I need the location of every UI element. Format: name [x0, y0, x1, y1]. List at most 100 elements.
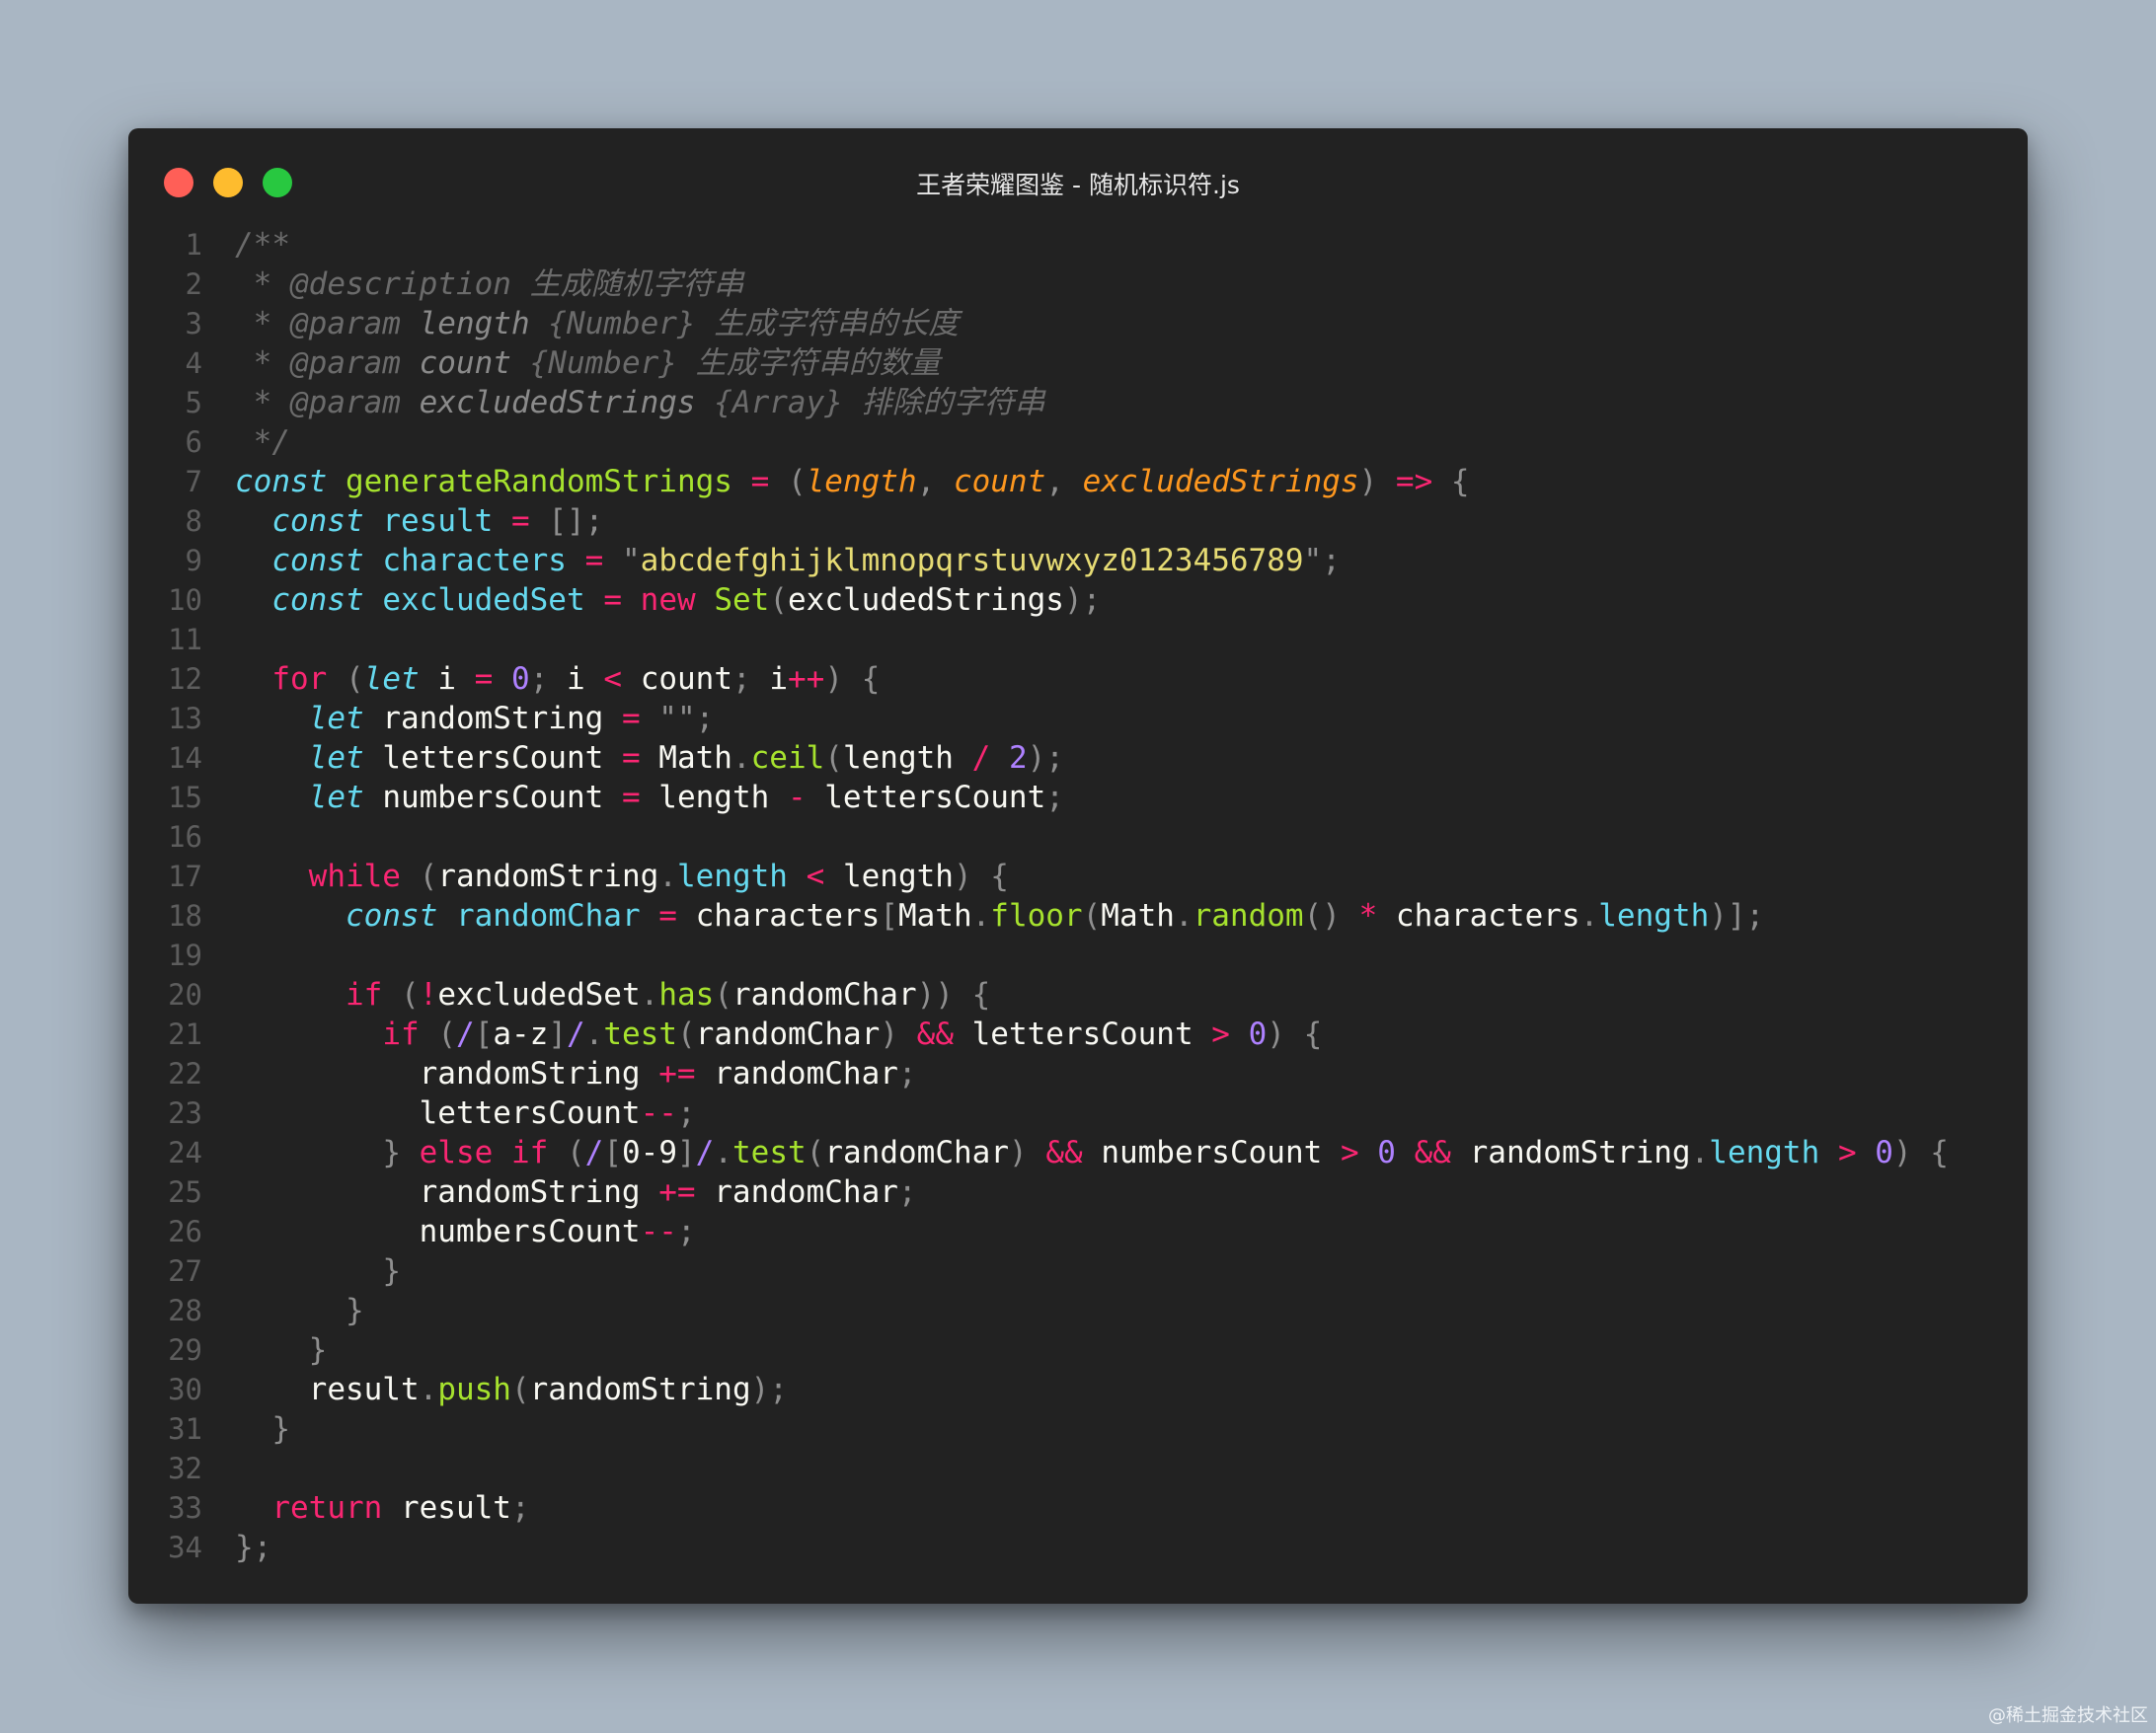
- code-line: 21 if (/[a-z]/.test(randomChar) && lette…: [128, 1015, 2028, 1054]
- code-token: numbersCount: [363, 780, 622, 815]
- code-token: !: [419, 977, 438, 1013]
- window-title: 王者荣耀图鉴 - 随机标识符.js: [916, 171, 1240, 199]
- code-token: [];: [548, 503, 604, 539]
- code-text: /**: [235, 225, 290, 264]
- code-token: =>: [1395, 464, 1433, 499]
- line-number: 27: [168, 1254, 202, 1288]
- code-token: count: [953, 464, 1046, 499]
- code-token: ;: [732, 661, 751, 697]
- code-editor: 1/** 2 * @description 生成随机字符串 3 * @param l…: [128, 225, 2028, 1567]
- code-line: 16: [128, 817, 2028, 857]
- code-token: =: [621, 780, 641, 815]
- code-token: ;: [676, 1095, 696, 1131]
- code-token: count: [622, 661, 733, 697]
- code-token: randomChar: [824, 1135, 1009, 1170]
- code-token: ]: [548, 1017, 567, 1052]
- title-bar: 王者荣耀图鉴 - 随机标识符.js: [128, 128, 2028, 237]
- code-token: characters: [1377, 898, 1580, 934]
- code-token: /: [455, 1017, 475, 1052]
- line-number: 15: [168, 781, 202, 814]
- code-token: (: [419, 859, 438, 894]
- code-token: =: [584, 543, 604, 578]
- code-token: };: [235, 1530, 272, 1565]
- code-token: Math: [1101, 898, 1175, 934]
- code-token: randomString: [1450, 1135, 1691, 1170]
- code-token: .: [584, 1017, 604, 1052]
- code-token: * @param: [235, 385, 420, 420]
- code-token: excludedStrings: [1082, 464, 1359, 499]
- line-number: 17: [168, 860, 202, 893]
- code-text: }: [235, 1251, 401, 1291]
- code-token: .: [732, 740, 751, 776]
- line-number: 32: [168, 1452, 202, 1485]
- code-token: ,: [916, 464, 954, 499]
- code-token: .: [419, 1372, 438, 1407]
- code-token: lettersCount: [806, 780, 1046, 815]
- code-token: ;: [529, 661, 549, 697]
- code-token: /: [695, 1135, 715, 1170]
- code-line: 15 let numbersCount = length - lettersCo…: [128, 778, 2028, 817]
- code-token: ++: [788, 661, 825, 697]
- code-token: while: [308, 859, 401, 894]
- code-token: *: [1358, 898, 1378, 934]
- code-token: let: [308, 701, 364, 736]
- code-token: const: [345, 898, 438, 934]
- code-token: ceil: [750, 740, 825, 776]
- code-line: 22 randomString += randomChar;: [128, 1054, 2028, 1093]
- code-token: 2: [1008, 740, 1028, 776]
- code-token: floor: [990, 898, 1083, 934]
- code-line: 18 const randomChar = characters[Math.fl…: [128, 896, 2028, 936]
- code-token: * @param: [235, 345, 420, 381]
- code-token: random: [1193, 898, 1304, 934]
- code-token: ]: [677, 1135, 696, 1170]
- code-token: lettersCount: [363, 740, 622, 776]
- code-text: const generateRandomStrings = (length, c…: [235, 462, 1470, 501]
- line-number: 9: [185, 544, 202, 577]
- code-token: ;: [897, 1056, 917, 1092]
- code-token: {Number} 生成字符串的数量: [510, 345, 941, 381]
- code-line: 12 for (let i = 0; i < count; i++) {: [128, 659, 2028, 699]
- code-token: /: [971, 740, 991, 776]
- code-line: 20 if (!excludedSet.has(randomChar)) {: [128, 975, 2028, 1015]
- code-line: 25 randomString += randomChar;: [128, 1172, 2028, 1212]
- code-token: [: [603, 1135, 622, 1170]
- code-line: 33 return result;: [128, 1488, 2028, 1528]
- code-line: 17 while (randomString.length < length) …: [128, 857, 2028, 896]
- code-token: const: [271, 503, 364, 539]
- code-text: return result;: [235, 1488, 529, 1528]
- code-token: ): [1358, 464, 1378, 499]
- code-token: randomString: [235, 1174, 659, 1210]
- code-text: let numbersCount = length - lettersCount…: [235, 778, 1064, 817]
- code-token: push: [437, 1372, 511, 1407]
- code-token: return: [271, 1490, 383, 1526]
- code-token: &&: [1414, 1135, 1451, 1170]
- code-token: <: [806, 859, 825, 894]
- code-token: if: [382, 1017, 420, 1052]
- line-number: 24: [168, 1136, 202, 1169]
- code-token: for: [271, 661, 328, 697]
- code-line: 6 */: [128, 422, 2028, 462]
- code-token: /: [584, 1135, 604, 1170]
- code-token: numbersCount: [235, 1214, 641, 1249]
- code-line: 7 const generateRandomStrings = (length, …: [128, 462, 2028, 501]
- code-token: new: [640, 582, 696, 618]
- line-number: 14: [168, 741, 202, 775]
- code-text: while (randomString.length < length) {: [235, 857, 1009, 896]
- code-token: ): [880, 1017, 898, 1052]
- code-line: 30 result.push(randomString);: [128, 1370, 2028, 1409]
- code-token: --: [640, 1095, 677, 1131]
